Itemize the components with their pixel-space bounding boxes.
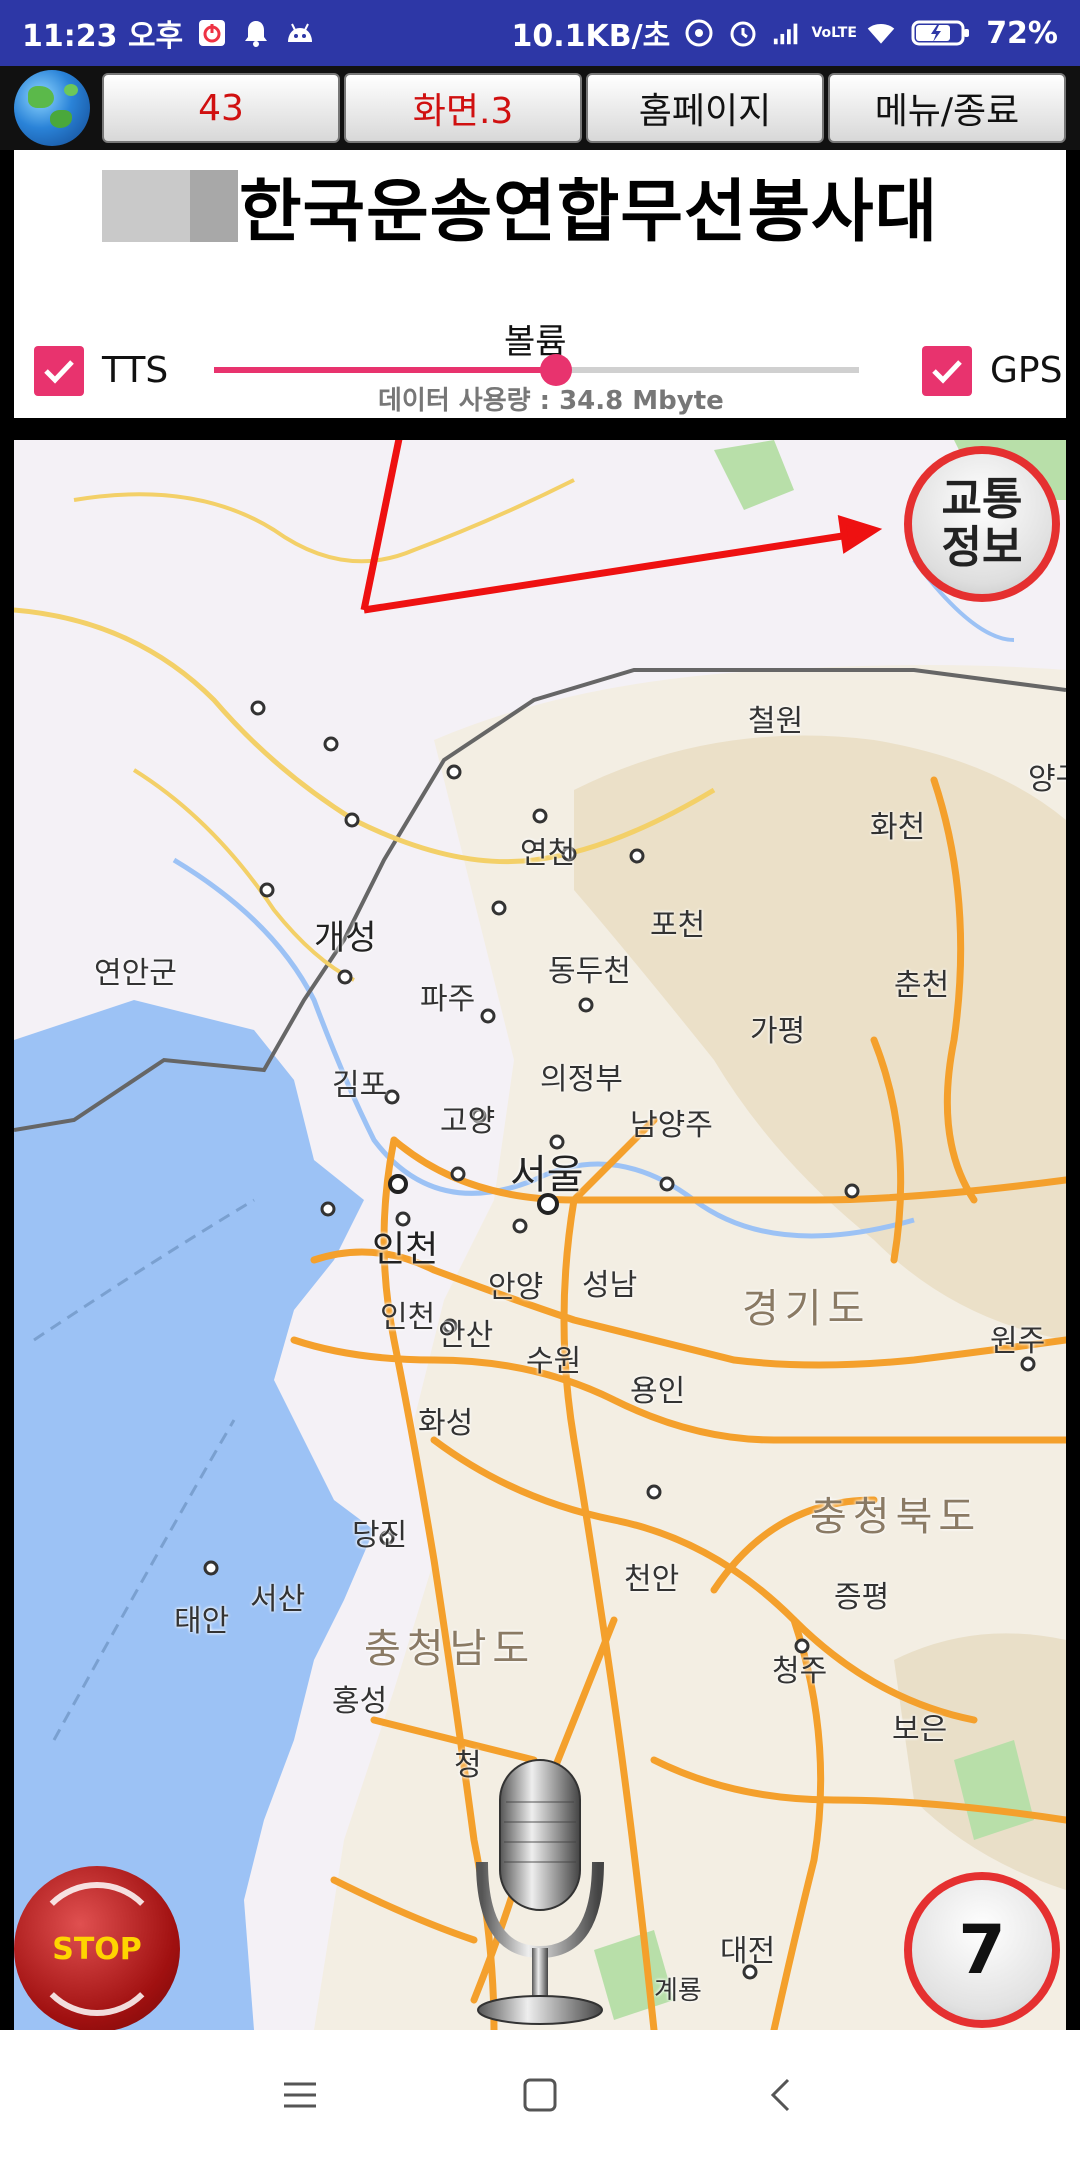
volte-icon: VoLTE [811,25,857,41]
map-label-boeun: 보은 [892,1712,948,1747]
volume-slider[interactable] [214,354,859,386]
map-label-namyangju: 남양주 [630,1108,713,1143]
signal-icon [772,18,802,48]
map-label-uijeongbu: 의정부 [540,1062,623,1097]
header-panel: 한국운송연합무선봉사대 TTS 볼륨 데이터 사용량 : 34.8 Mbyte … [14,150,1066,440]
map-label-daejeon: 대전 [720,1934,776,1969]
map-label-cheongju: 청주 [772,1654,828,1689]
home-icon[interactable] [515,2070,565,2120]
map-label-dangjin: 당진 [352,1518,408,1553]
map-label-gyeonggi: 경기도 [742,1286,871,1332]
android-icon [285,18,315,48]
map-label-hwacheon: 화천 [870,810,926,845]
count-badge-button[interactable]: 7 [904,1872,1060,2028]
stop-label: STOP [52,1931,142,1967]
map-label-gimpo: 김포 [332,1068,388,1103]
wifi-icon [866,18,896,48]
hotspot-icon [684,18,714,48]
map-label-chungnam: 충청남도 [364,1626,536,1672]
tts-checkbox[interactable] [34,346,84,396]
navigation-bar [0,2030,1080,2160]
map-label-anyang: 안양 [488,1270,544,1305]
gps-label: GPS [990,350,1063,391]
menu-exit-button[interactable]: 메뉴/종료 [828,73,1066,143]
map-label-gyeryong: 계룡 [654,1976,702,2006]
map-label-yanggu: 양구 [1028,762,1066,797]
volume-fill [214,367,556,373]
traffic-label-line1: 교통 [941,474,1023,525]
map-label-yeonan: 연안군 [94,956,177,991]
map-label-seosan: 서산 [250,1582,306,1617]
divider-bar [14,418,1066,440]
map-label-chungbuk: 충청북도 [810,1494,982,1540]
tts-label: TTS [102,350,169,391]
map-label-dongducheon: 동두천 [548,954,631,989]
map-label-yeoncheon: 연천 [520,836,576,871]
map-label-goyang: 고양 [440,1104,496,1139]
map-label-ansan: 안산 [438,1318,494,1353]
status-time: 11:23 오후 [22,19,184,54]
logo-placeholder [102,170,238,242]
homepage-button[interactable]: 홈페이지 [586,73,824,143]
page-title: 한국운송연합무선봉사대 [239,173,939,252]
gps-checkbox[interactable] [922,346,972,396]
stop-button[interactable]: STOP [14,1866,180,2032]
map-label-hongseong: 홍성 [332,1684,388,1719]
traffic-info-button[interactable]: 교통 정보 [904,446,1060,602]
map-label-yongin: 용인 [630,1374,686,1409]
data-usage-text: 데이터 사용량 : 34.8 Mbyte [378,386,724,416]
map-label-cheonan: 천안 [624,1562,680,1597]
top-toolbar: 43 화면.3 홈페이지 메뉴/종료 [0,66,1080,150]
microphone-icon[interactable] [462,1752,618,2032]
map-label-taean: 태안 [174,1604,230,1639]
map-label-suwon: 수원 [526,1344,582,1379]
power-icon [197,18,227,48]
status-bar: 11:23 오후 10.1KB/초 VoLTE 72% [0,0,1080,66]
map-label-pocheon: 포천 [650,908,706,943]
map-label-incheon-big: 인천 [372,1229,439,1270]
map-label-hwaseong: 화성 [418,1406,474,1441]
map-label-paju: 파주 [420,982,476,1017]
map-label-gapyeong: 가평 [750,1014,806,1049]
map-label-cheorwon: 철원 [748,704,804,739]
network-speed: 10.1KB/초 [511,19,671,54]
battery-percent: 72% [986,15,1058,51]
alarm-icon [728,18,758,48]
back-icon[interactable] [755,2070,805,2120]
map-label-seoul: 서울 [510,1152,584,1198]
map-label-wonju: 원주 [990,1324,1046,1359]
map-label-seongnam: 성남 [582,1268,638,1303]
map-label-jeungpyeong: 증평 [834,1580,890,1615]
menu-icon[interactable] [275,2070,325,2120]
count-button[interactable]: 43 [102,73,340,143]
traffic-label-line2: 정보 [941,522,1023,573]
notification-bell-icon [241,18,271,48]
battery-icon [910,18,972,48]
map-label-gaeseong: 개성 [314,918,377,958]
map-label-incheon: 인천 [380,1300,436,1335]
screen-button[interactable]: 화면.3 [344,73,582,143]
map-label-chuncheon: 춘천 [894,968,950,1003]
globe-icon[interactable] [14,70,90,146]
